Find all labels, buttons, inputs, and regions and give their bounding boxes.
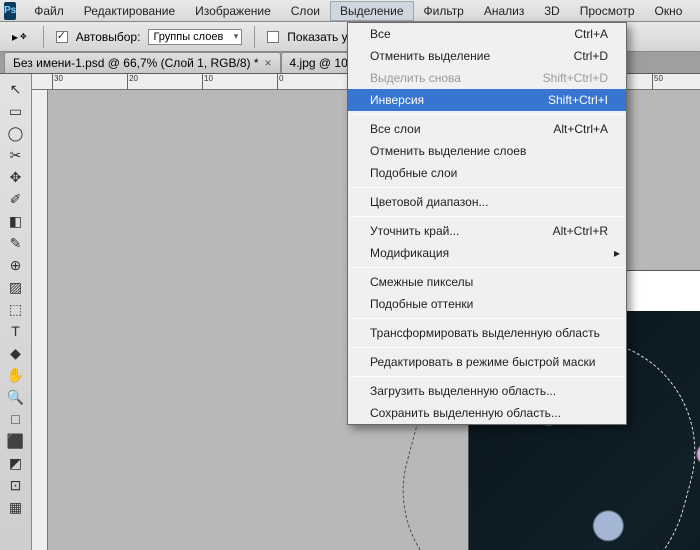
menu-item[interactable]: Отменить выделение слоев <box>348 140 626 162</box>
tool-button[interactable]: ◧ <box>3 210 29 232</box>
menu-выделение[interactable]: Выделение <box>330 1 414 21</box>
menu-item-label: Цветовой диапазон... <box>370 195 488 209</box>
selection-menu-dropdown: Все Ctrl+A Отменить выделение Ctrl+D Выделит… <box>347 22 627 425</box>
menu-item-shortcut: Ctrl+D <box>574 49 608 63</box>
menu-separator <box>350 318 624 319</box>
menu-item-label: Смежные пикселы <box>370 275 473 289</box>
tool-button[interactable]: ✂ <box>3 144 29 166</box>
tool-button[interactable]: ⊡ <box>3 474 29 496</box>
tab-label: Без имени-1.psd @ 66,7% (Слой 1, RGB/8) … <box>13 56 259 70</box>
menu-item-label: Все слои <box>370 122 421 136</box>
menu-item[interactable]: Редактировать в режиме быстрой маски <box>348 351 626 373</box>
tool-button[interactable]: ◩ <box>3 452 29 474</box>
menu-item[interactable]: Трансформировать выделенную область <box>348 322 626 344</box>
menu-item-label: Сохранить выделенную область... <box>370 406 561 420</box>
menu-item-shortcut: Ctrl+A <box>574 27 608 41</box>
tool-button[interactable]: ◆ <box>3 342 29 364</box>
menu-separator <box>350 267 624 268</box>
menu-separator <box>350 216 624 217</box>
auto-select-label: Автовыбор: <box>76 30 141 44</box>
document-tab[interactable]: Без имени-1.psd @ 66,7% (Слой 1, RGB/8) … <box>4 52 281 73</box>
menu-редактирование[interactable]: Редактирование <box>74 1 185 21</box>
show-transform-checkbox[interactable] <box>267 31 279 43</box>
menu-item-label: Отменить выделение слоев <box>370 144 526 158</box>
tool-button[interactable]: ◯ <box>3 122 29 144</box>
menu-item: Выделить снова Shift+Ctrl+D <box>348 67 626 89</box>
menu-item[interactable]: Цветовой диапазон... <box>348 191 626 213</box>
menu-файл[interactable]: Файл <box>24 1 74 21</box>
menu-item[interactable]: Модификация ▸ <box>348 242 626 264</box>
menu-item[interactable]: Подобные слои <box>348 162 626 184</box>
tool-button[interactable]: ⊕ <box>3 254 29 276</box>
ruler-vertical[interactable] <box>32 90 48 550</box>
menu-item[interactable]: Уточнить край... Alt+Ctrl+R <box>348 220 626 242</box>
menu-item[interactable]: Смежные пикселы <box>348 271 626 293</box>
tool-button[interactable]: □ <box>3 408 29 430</box>
menu-item[interactable]: Загрузить выделенную область... <box>348 380 626 402</box>
menu-separator <box>350 376 624 377</box>
tool-button[interactable]: ⬛ <box>3 430 29 452</box>
menu-item[interactable]: Отменить выделение Ctrl+D <box>348 45 626 67</box>
tool-button[interactable]: T <box>3 320 29 342</box>
menu-просмотр[interactable]: Просмотр <box>570 1 645 21</box>
menu-item-shortcut: Shift+Ctrl+I <box>548 93 608 107</box>
menu-item[interactable]: Инверсия Shift+Ctrl+I <box>348 89 626 111</box>
menu-item-label: Выделить снова <box>370 71 461 85</box>
menubar: Ps ФайлРедактированиеИзображениеСлоиВыде… <box>0 0 700 22</box>
menu-item-label: Отменить выделение <box>370 49 490 63</box>
menu-item-shortcut: Shift+Ctrl+D <box>543 71 608 85</box>
separator <box>43 26 44 48</box>
menu-слои[interactable]: Слои <box>281 1 330 21</box>
tool-button[interactable]: ▦ <box>3 496 29 518</box>
menu-фильтр[interactable]: Фильтр <box>414 1 474 21</box>
auto-select-checkbox[interactable] <box>56 31 68 43</box>
menu-item-label: Редактировать в режиме быстрой маски <box>370 355 595 369</box>
submenu-arrow-icon: ▸ <box>614 246 620 260</box>
tool-button[interactable]: ▭ <box>3 100 29 122</box>
menu-с[interactable]: С <box>692 1 700 21</box>
menu-item-label: Подобные слои <box>370 166 457 180</box>
menu-item-shortcut: Alt+Ctrl+R <box>553 224 608 238</box>
tool-panel: ↖▭◯✂✥✐◧✎⊕▨⬚T◆✋🔍□⬛◩⊡▦ <box>0 74 32 550</box>
tool-button[interactable]: 🔍 <box>3 386 29 408</box>
ruler-tick: 20 <box>127 74 138 90</box>
menu-separator <box>350 187 624 188</box>
menu-separator <box>350 347 624 348</box>
tool-button[interactable]: ↖ <box>3 78 29 100</box>
layer-target-select[interactable]: Группы слоев <box>148 29 242 45</box>
move-tool-indicator[interactable]: ▸✥ <box>8 28 31 46</box>
tool-button[interactable]: ✐ <box>3 188 29 210</box>
menu-item-label: Уточнить край... <box>370 224 459 238</box>
menu-item-label: Инверсия <box>370 93 424 107</box>
ruler-tick: 0 <box>277 74 283 90</box>
app-logo: Ps <box>4 2 16 20</box>
menu-item-label: Подобные оттенки <box>370 297 473 311</box>
menu-item[interactable]: Сохранить выделенную область... <box>348 402 626 424</box>
menu-item-label: Загрузить выделенную область... <box>370 384 556 398</box>
menu-3d[interactable]: 3D <box>534 1 569 21</box>
tool-button[interactable]: ✋ <box>3 364 29 386</box>
tool-button[interactable]: ✥ <box>3 166 29 188</box>
menu-item-label: Трансформировать выделенную область <box>370 326 600 340</box>
ruler-tick: 10 <box>202 74 213 90</box>
menu-item-label: Модификация <box>370 246 449 260</box>
ruler-tick: 30 <box>52 74 63 90</box>
tab-label: 4.jpg @ 100 <box>290 56 355 70</box>
tool-button[interactable]: ▨ <box>3 276 29 298</box>
menu-item[interactable]: Все слои Alt+Ctrl+A <box>348 118 626 140</box>
close-icon[interactable]: × <box>265 56 272 70</box>
separator <box>254 26 255 48</box>
tool-button[interactable]: ⬚ <box>3 298 29 320</box>
menu-item-label: Все <box>370 27 391 41</box>
menu-item-shortcut: Alt+Ctrl+A <box>553 122 608 136</box>
menu-анализ[interactable]: Анализ <box>474 1 535 21</box>
menu-изображение[interactable]: Изображение <box>185 1 281 21</box>
menu-окно[interactable]: Окно <box>645 1 693 21</box>
menu-item[interactable]: Подобные оттенки <box>348 293 626 315</box>
menu-item[interactable]: Все Ctrl+A <box>348 23 626 45</box>
ruler-tick: 50 <box>652 74 663 90</box>
menu-separator <box>350 114 624 115</box>
tool-button[interactable]: ✎ <box>3 232 29 254</box>
